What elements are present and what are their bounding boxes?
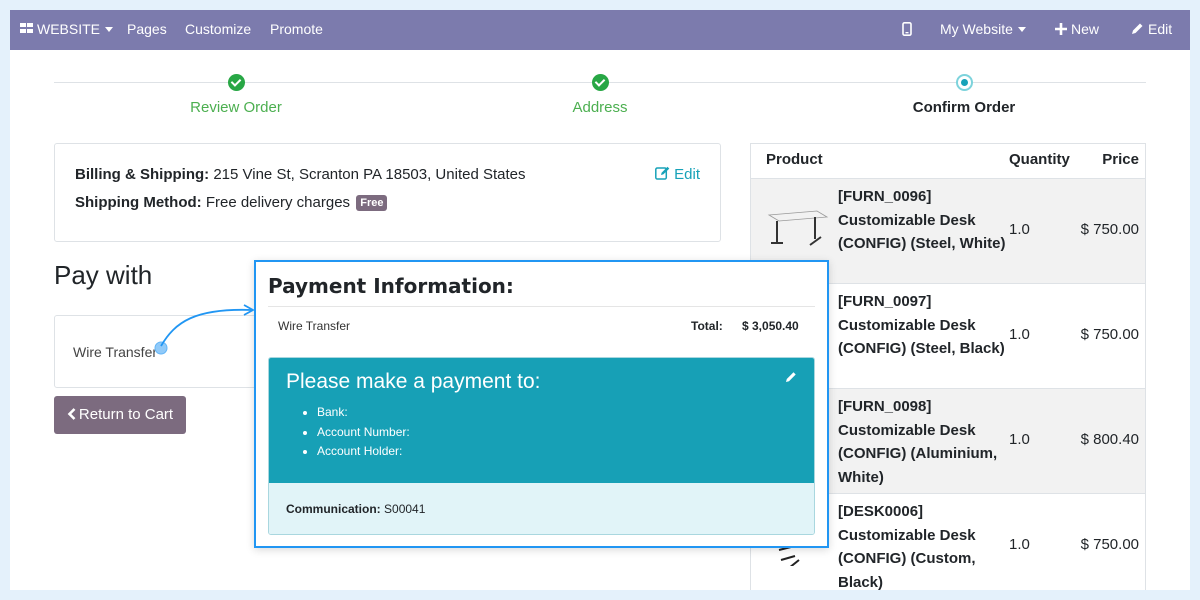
pencil-icon — [1132, 23, 1143, 35]
shipping-line: Shipping Method: Free delivery charges F… — [75, 194, 388, 212]
product-quantity: 1.0 — [1009, 536, 1030, 553]
divider — [268, 306, 815, 307]
product-name: [FURN_0098] Customizable Desk (CONFIG) (… — [838, 398, 998, 487]
column-header-price: Price — [1102, 151, 1139, 168]
list-item: Bank: — [317, 403, 410, 423]
address-summary-card: Billing & Shipping: 215 Vine St, Scranto… — [54, 143, 721, 242]
product-price: $ 750.00 — [1080, 536, 1139, 553]
promote-menu[interactable]: Promote — [270, 10, 323, 50]
caret-down-icon — [105, 26, 114, 32]
payment-details-list: Bank: Account Number: Account Holder: — [317, 403, 410, 462]
browser-frame: WEBSITE Pages Customize Promote My Websi… — [10, 10, 1190, 590]
edit-address-label: Edit — [674, 166, 700, 183]
chevron-left-icon — [67, 407, 76, 420]
step-address[interactable]: Address — [500, 72, 700, 116]
communication-label: Communication: — [286, 502, 381, 516]
step-label: Confirm Order — [912, 99, 1016, 116]
caret-down-icon — [1017, 26, 1026, 32]
edit-button[interactable]: Edit — [1131, 10, 1172, 50]
product-name: [FURN_0097] Customizable Desk (CONFIG) (… — [838, 293, 1005, 358]
new-button[interactable]: New — [1055, 10, 1099, 50]
product-price: $ 750.00 — [1080, 221, 1139, 238]
return-to-cart-label: Return to Cart — [78, 406, 174, 423]
billing-line: Billing & Shipping: 215 Vine St, Scranto… — [75, 166, 526, 183]
grid-icon — [20, 23, 34, 34]
pages-menu[interactable]: Pages — [127, 10, 167, 50]
product-quantity: 1.0 — [1009, 326, 1030, 343]
payment-method: Wire Transfer — [278, 319, 351, 333]
free-badge: Free — [356, 195, 388, 212]
current-step-icon — [955, 74, 973, 91]
mobile-preview-button[interactable] — [902, 10, 912, 50]
check-circle-icon — [591, 74, 609, 91]
product-price: $ 750.00 — [1080, 326, 1139, 343]
communication-value: S00041 — [384, 502, 426, 516]
column-header-quantity: Quantity — [1009, 151, 1070, 168]
mobile-icon — [902, 21, 912, 36]
total-label: Total: — [691, 319, 723, 333]
payment-instructions-header: Please make a payment to: Bank: Account … — [269, 358, 814, 483]
list-item: Account Number: — [317, 423, 410, 443]
plus-icon — [1055, 22, 1067, 35]
new-button-label: New — [1071, 21, 1100, 37]
payment-instructions-title: Please make a payment to: — [286, 370, 541, 393]
billing-value: 215 Vine St, Scranton PA 18503, United S… — [213, 166, 526, 183]
product-price: $ 800.40 — [1080, 431, 1139, 448]
website-menu-label: WEBSITE — [37, 21, 101, 37]
pencil-icon[interactable] — [784, 370, 798, 384]
shipping-label: Shipping Method: — [75, 194, 202, 211]
product-image — [767, 210, 829, 246]
check-circle-icon — [227, 74, 245, 91]
product-quantity: 1.0 — [1009, 431, 1030, 448]
pay-with-heading: Pay with — [54, 260, 153, 290]
return-to-cart-button[interactable]: Return to Cart — [54, 396, 186, 434]
column-header-product: Product — [766, 151, 823, 168]
customize-menu[interactable]: Customize — [185, 10, 251, 50]
shipping-value: Free delivery charges — [205, 194, 351, 211]
website-menu[interactable]: WEBSITE — [20, 10, 114, 50]
my-website-label: My Website — [940, 21, 1013, 37]
product-quantity: 1.0 — [1009, 221, 1030, 238]
total-value: $ 3,050.40 — [742, 319, 799, 333]
my-website-menu[interactable]: My Website — [940, 10, 1026, 50]
popup-title: Payment Information: — [268, 274, 514, 298]
list-item: Account Holder: — [317, 442, 410, 462]
step-label: Review Order — [190, 99, 282, 116]
payment-instructions-box: Please make a payment to: Bank: Account … — [268, 357, 815, 535]
payment-option-label: Wire Transfer — [73, 344, 158, 360]
payment-information-popup: Payment Information: Wire Transfer Total… — [254, 260, 829, 548]
product-name: [DESK0006] Customizable Desk (CONFIG) (C… — [838, 503, 976, 590]
step-review-order[interactable]: Review Order — [136, 72, 336, 116]
checkout-progress: Review Order Address Confirm Order — [54, 72, 1146, 132]
communication-line: Communication: S00041 — [286, 502, 425, 516]
step-confirm-order: Confirm Order — [864, 72, 1064, 116]
edit-button-label: Edit — [1148, 21, 1173, 37]
top-navbar: WEBSITE Pages Customize Promote My Websi… — [10, 10, 1190, 50]
edit-address-link[interactable]: Edit — [655, 166, 700, 183]
step-label: Address — [572, 99, 628, 116]
communication-footer: Communication: S00041 — [269, 483, 814, 534]
edit-icon — [655, 166, 670, 180]
product-name: [FURN_0096] Customizable Desk (CONFIG) (… — [838, 188, 1006, 253]
billing-label: Billing & Shipping: — [75, 166, 210, 183]
